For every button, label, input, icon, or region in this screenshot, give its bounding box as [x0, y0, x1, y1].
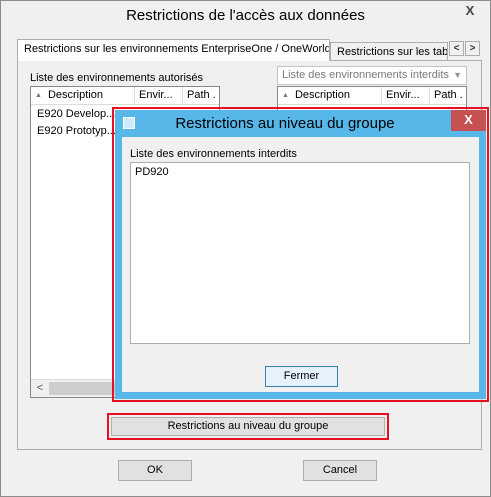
cancel-button[interactable]: Cancel	[303, 460, 377, 481]
dialog-list-label: Liste des environnements interdits	[130, 148, 297, 160]
tab-scroll-left-button[interactable]: <	[449, 41, 464, 56]
tab-table-restrictions[interactable]: Restrictions sur les tables	[330, 42, 448, 62]
dialog-titlebar[interactable]: Restrictions au niveau du groupe X	[115, 110, 486, 137]
chevron-down-icon: ▼	[453, 70, 462, 80]
list-item[interactable]: E920 Develop...	[31, 106, 115, 123]
forbidden-list-dropdown[interactable]: Liste des environnements interdits ▼	[277, 66, 467, 85]
column-header-environment[interactable]: Envir...	[382, 87, 430, 105]
column-header-environment[interactable]: Envir...	[135, 87, 183, 105]
allowed-list-label: Liste des environnements autorisés	[30, 72, 204, 84]
list-item[interactable]: E920 Prototyp...	[31, 123, 116, 140]
tab-environment-restrictions[interactable]: Restrictions sur les environnements Ente…	[17, 39, 330, 61]
window-title: Restrictions de l'accès aux données	[126, 7, 365, 24]
group-restrictions-dialog: Restrictions au niveau du groupe X Liste…	[115, 110, 486, 399]
dialog-client-area: Liste des environnements interdits PD920…	[122, 137, 479, 392]
group-restrictions-button[interactable]: Restrictions au niveau du groupe	[111, 417, 385, 436]
sort-icon: ▲	[282, 92, 289, 99]
tab-scroll-right-button[interactable]: >	[465, 41, 480, 56]
column-header-path[interactable]: Path .	[183, 87, 219, 105]
chevron-left-icon: <	[453, 43, 460, 54]
dialog-close-action-button[interactable]: Fermer	[265, 366, 338, 387]
dialog-title: Restrictions au niveau du groupe	[175, 115, 395, 132]
dialog-close-button[interactable]: X	[451, 110, 486, 131]
ok-button[interactable]: OK	[118, 460, 192, 481]
column-header-description[interactable]: ▲ Description	[31, 87, 135, 105]
dialog-forbidden-list[interactable]: PD920	[130, 162, 470, 344]
column-header-path[interactable]: Path .	[430, 87, 466, 105]
column-header-description[interactable]: ▲ Description	[278, 87, 382, 105]
sort-icon: ▲	[35, 92, 42, 99]
window-close-button[interactable]: X	[456, 1, 484, 21]
scroll-left-icon[interactable]: <	[33, 381, 47, 396]
window-titlebar[interactable]: Restrictions de l'accès aux données X	[1, 1, 490, 31]
list-item[interactable]: PD920	[131, 164, 169, 181]
chevron-right-icon: >	[469, 43, 476, 54]
